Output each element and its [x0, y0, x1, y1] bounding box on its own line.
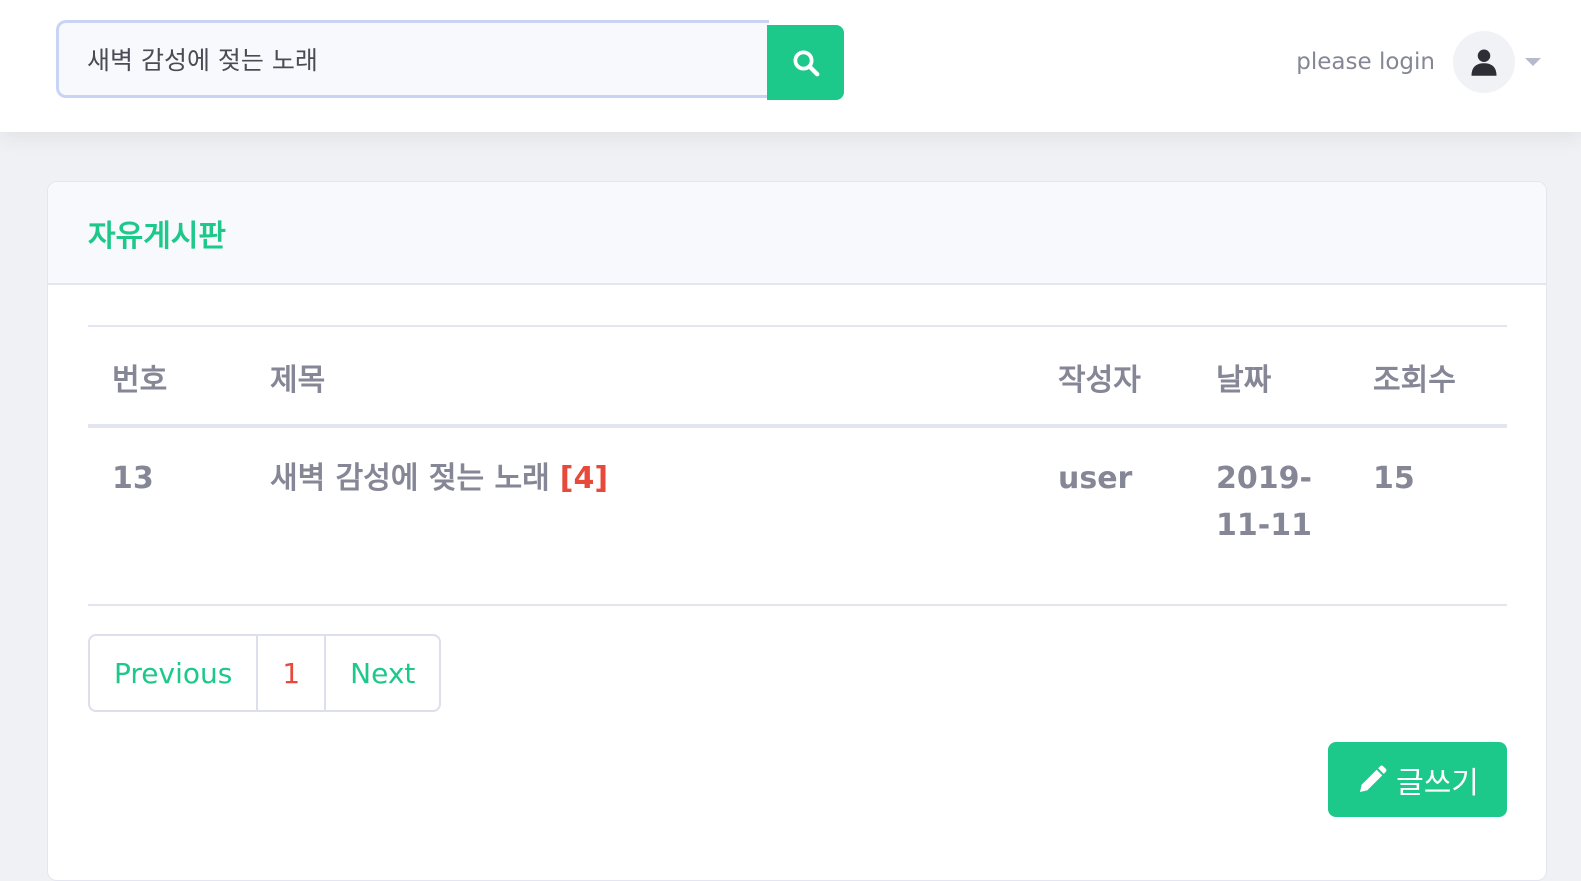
post-date-line1: 2019- — [1216, 461, 1312, 496]
post-views: 15 — [1373, 461, 1415, 496]
caret-down-icon[interactable] — [1525, 58, 1541, 66]
comment-count: [4] — [559, 461, 609, 496]
column-header-title: 제목 — [270, 363, 326, 398]
post-author: user — [1058, 461, 1133, 496]
user-menu[interactable]: please login — [1296, 30, 1541, 94]
search-input[interactable] — [56, 20, 769, 98]
board-title: 자유게시판 — [88, 218, 226, 254]
previous-page-button[interactable]: Previous — [90, 636, 259, 710]
board-card: 자유게시판 번호 제목 작성자 날짜 조회수 13 새벽 감성에 젖는 노래 [4… — [47, 181, 1547, 881]
write-post-label: 글쓰기 — [1396, 765, 1479, 801]
search-button[interactable] — [767, 25, 844, 100]
card-header: 자유게시판 — [48, 182, 1546, 285]
post-number: 13 — [112, 461, 154, 496]
next-page-button[interactable]: Next — [326, 636, 439, 710]
write-post-button[interactable]: 글쓰기 — [1328, 742, 1507, 817]
column-header-date: 날짜 — [1216, 363, 1272, 398]
column-header-number: 번호 — [112, 363, 168, 398]
post-title: 새벽 감성에 젖는 노래 — [270, 461, 550, 496]
column-header-views: 조회수 — [1373, 363, 1456, 398]
post-date: 2019- 11-11 — [1216, 455, 1312, 549]
pencil-icon — [1360, 765, 1387, 792]
table-header: 번호 제목 작성자 날짜 조회수 — [88, 325, 1507, 428]
search-icon — [793, 50, 819, 76]
top-navbar: please login — [0, 0, 1581, 132]
post-date-line2: 11-11 — [1216, 508, 1312, 543]
page-1-button[interactable]: 1 — [258, 636, 327, 710]
user-icon — [1471, 49, 1497, 76]
column-header-author: 작성자 — [1058, 363, 1141, 398]
search-form — [56, 20, 844, 102]
pagination: Previous 1 Next — [88, 634, 442, 712]
login-prompt: please login — [1296, 49, 1435, 75]
post-title-link[interactable]: 새벽 감성에 젖는 노래 [4] — [270, 455, 608, 502]
table-row[interactable]: 13 새벽 감성에 젖는 노래 [4] user 2019- 11-11 15 — [88, 428, 1507, 606]
posts-table: 번호 제목 작성자 날짜 조회수 13 새벽 감성에 젖는 노래 [4] user… — [88, 325, 1507, 606]
avatar[interactable] — [1453, 31, 1515, 93]
